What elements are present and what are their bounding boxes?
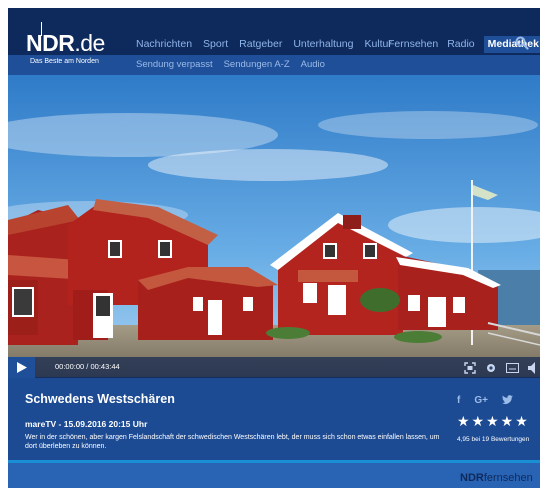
logo-tld: .de — [74, 30, 105, 56]
subnav-item-sendungen-a-z[interactable]: Sendungen A-Z — [224, 59, 290, 70]
nav-item-nachrichten[interactable]: Nachrichten — [136, 38, 192, 54]
social-share: f G+ — [457, 395, 513, 408]
broadcast-info: mareTV - 15.09.2016 20:15 Uhr — [25, 419, 148, 429]
video-player[interactable] — [8, 75, 540, 377]
video-description: Wer in der schönen, aber kargen Felsland… — [25, 434, 440, 450]
nav-item-sport[interactable]: Sport — [203, 38, 228, 54]
sub-nav: Sendung verpasst Sendungen A-Z Audio — [136, 59, 325, 70]
nav-item-mediathek[interactable]: Mediathek — [483, 36, 540, 53]
nav-item-radio[interactable]: Radio — [447, 38, 474, 53]
nav-item-unterhaltung[interactable]: Unterhaltung — [293, 38, 353, 54]
nav-item-ratgeber[interactable]: Ratgeber — [239, 38, 282, 54]
settings-gear-icon[interactable] — [485, 361, 497, 379]
twitter-icon[interactable] — [501, 395, 513, 408]
time-display: 00:00:00 / 00:43:44 — [55, 362, 120, 371]
facebook-icon[interactable]: f — [457, 395, 460, 408]
subtitles-icon[interactable] — [506, 361, 519, 379]
nav-item-fernsehen[interactable]: Fernsehen — [388, 38, 438, 53]
subnav-item-audio[interactable]: Audio — [301, 59, 325, 70]
video-title: Schwedens Westschären — [25, 392, 175, 406]
duration: 00:43:44 — [90, 362, 120, 371]
footer-logo-rest: fernsehen — [483, 472, 533, 484]
volume-icon[interactable] — [528, 361, 537, 379]
player-controls: 00:00:00 / 00:43:44 — [8, 357, 540, 378]
logo-text: NDR — [26, 30, 75, 56]
video-frame-image — [8, 75, 540, 377]
rating-stars[interactable]: ★★★★★ — [457, 413, 530, 430]
play-icon — [17, 362, 27, 373]
subnav-item-sendung-verpasst[interactable]: Sendung verpasst — [136, 59, 213, 70]
current-time: 00:00:00 — [55, 362, 85, 371]
page-frame: NDR.de Das Beste am Norden Nachrichten S… — [8, 8, 540, 488]
site-logo[interactable]: NDR.de — [26, 30, 105, 57]
video-info-panel: Schwedens Westschären mareTV - 15.09.201… — [8, 378, 540, 460]
ndr-fernsehen-logo[interactable]: NDRfernsehen — [460, 472, 533, 484]
footer-stripe — [8, 460, 540, 463]
fullscreen-icon[interactable] — [464, 361, 476, 379]
google-plus-icon[interactable]: G+ — [474, 395, 488, 408]
play-button[interactable] — [8, 357, 35, 378]
time-separator: / — [86, 362, 89, 371]
rating-text: 4,95 bei 19 Bewertungen — [457, 436, 530, 443]
page-footer: NDRfernsehen — [8, 460, 540, 488]
main-nav: Nachrichten Sport Ratgeber Unterhaltung … — [136, 38, 392, 54]
site-tagline: Das Beste am Norden — [30, 58, 99, 65]
search-icon[interactable] — [515, 36, 529, 50]
footer-logo-bold: NDR — [460, 472, 484, 484]
